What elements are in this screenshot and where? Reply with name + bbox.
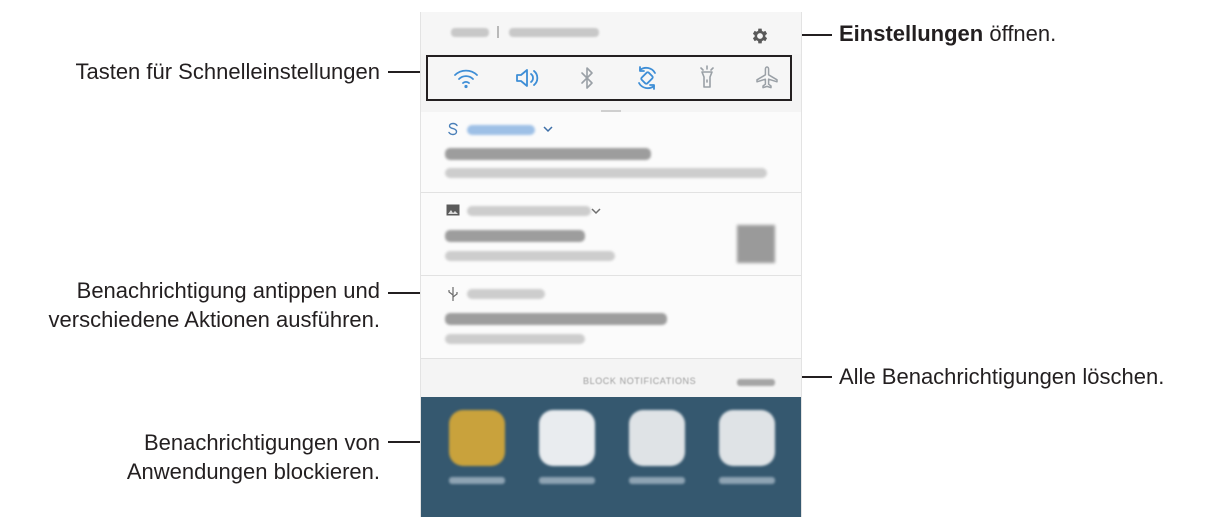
app-label-placeholder <box>629 477 685 484</box>
tap-notification-callout: Benachrichtigung antippen und verschiede… <box>49 276 380 334</box>
clear-all-callout: Alle Benachrichtigungen löschen. <box>839 364 1165 389</box>
wifi-icon[interactable] <box>453 65 479 91</box>
gear-icon[interactable] <box>750 26 770 46</box>
settings-bold-label: Einstellungen <box>839 21 984 46</box>
home-screen-background <box>421 397 801 517</box>
notification-text-placeholder <box>445 334 585 344</box>
app-name-placeholder <box>467 125 535 135</box>
clock-placeholder <box>451 28 489 37</box>
notification-actions-row: BLOCK NOTIFICATIONS <box>421 367 801 397</box>
microsoft-apps-folder-icon[interactable] <box>719 410 775 466</box>
gallery-app-icon[interactable] <box>449 410 505 466</box>
app-name-placeholder <box>467 289 545 299</box>
auto-rotate-icon[interactable] <box>634 65 660 91</box>
notification-card[interactable] <box>421 193 801 276</box>
airplane-mode-icon[interactable] <box>754 65 780 91</box>
quick-settings-bar <box>426 55 792 101</box>
quick-settings-callout: Tasten für Schnelleinstellungen <box>75 59 380 84</box>
notification-panel: BLOCK NOTIFICATIONS <box>420 12 802 517</box>
app-name-placeholder <box>467 206 591 216</box>
notification-text-placeholder <box>445 251 615 261</box>
notification-title-placeholder <box>445 230 585 242</box>
tap-notification-line2: verschiedene Aktionen ausführen. <box>48 307 380 332</box>
notification-text-placeholder <box>445 168 767 178</box>
screenshot-icon <box>446 204 460 216</box>
block-line2: Anwendungen blockieren. <box>126 459 380 484</box>
notification-card[interactable] <box>421 276 801 359</box>
notification-card[interactable] <box>421 112 801 193</box>
block-line1: Benachrichtigungen von <box>143 430 380 455</box>
app-label-placeholder <box>539 477 595 484</box>
google-folder-icon[interactable] <box>629 410 685 466</box>
app-label-placeholder <box>719 477 775 484</box>
open-settings-callout: Einstellungen öffnen. <box>839 19 1056 48</box>
notification-title-placeholder <box>445 313 667 325</box>
smart-switch-icon <box>448 122 458 136</box>
play-store-app-icon[interactable] <box>539 410 595 466</box>
tap-notification-line1: Benachrichtigung antippen und <box>76 278 380 303</box>
block-notifications-callout: Benachrichtigungen von Anwendungen block… <box>127 428 380 486</box>
settings-rest-label: öffnen. <box>983 21 1057 46</box>
bluetooth-icon[interactable] <box>574 65 600 91</box>
panel-header <box>421 12 801 54</box>
chevron-down-icon[interactable] <box>543 125 553 133</box>
app-label-placeholder <box>449 477 505 484</box>
date-placeholder <box>509 28 599 37</box>
sound-icon[interactable] <box>514 65 540 91</box>
flashlight-icon[interactable] <box>694 65 720 91</box>
notification-title-placeholder <box>445 148 651 160</box>
clear-all-button[interactable] <box>737 379 775 386</box>
header-divider <box>497 26 499 38</box>
screenshot-thumbnail <box>737 225 775 263</box>
usb-icon <box>448 287 458 301</box>
block-notifications-button[interactable]: BLOCK NOTIFICATIONS <box>583 376 696 386</box>
chevron-down-icon[interactable] <box>591 207 601 215</box>
